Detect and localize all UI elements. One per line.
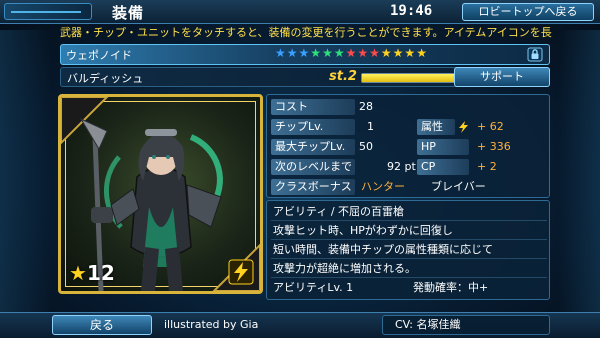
ability-desc-line2: 短い時間、装備中チップの属性種類に応じて bbox=[271, 241, 547, 259]
chip-lv-value: 1 bbox=[367, 120, 374, 133]
max-chip-lv-label: 最大チップLv. bbox=[271, 139, 355, 155]
max-chip-lv-value: 50 bbox=[359, 140, 373, 153]
star-icon: ★ bbox=[286, 46, 299, 60]
lock-icon[interactable] bbox=[527, 47, 543, 62]
lightning-icon bbox=[459, 121, 468, 133]
page-title: 装備 bbox=[112, 4, 145, 22]
side-decoration-left bbox=[0, 30, 52, 312]
cost-label: コスト bbox=[271, 99, 355, 115]
class-bonus-label: クラスボーナス bbox=[271, 179, 355, 195]
side-decoration-right bbox=[558, 30, 600, 312]
weapon-type: ウェポノイド bbox=[66, 49, 132, 62]
cp-value: + 2 bbox=[477, 160, 497, 173]
star-icon: ★ bbox=[275, 46, 287, 60]
weaponoid-card[interactable]: ★12 bbox=[58, 94, 263, 294]
hp-value: + 336 bbox=[477, 140, 511, 153]
lobby-top-button[interactable]: ロビートップへ戻る bbox=[462, 3, 594, 21]
ability-trigger-rate: 発動確率：中+ bbox=[413, 281, 489, 294]
ability-desc-line1: 攻撃ヒット時、HPがわずかに回復し bbox=[271, 222, 547, 240]
stats-panel: コスト 28 チップLv. 1 最大チップLv. 50 次のレベルまで 92 p… bbox=[266, 94, 550, 198]
illustrator-credit: illustrated by Gia bbox=[164, 318, 259, 331]
star-icon: ★ bbox=[369, 46, 381, 60]
class-bonus-hunter: ハンター bbox=[361, 180, 405, 193]
star-icon: ★ bbox=[380, 46, 393, 60]
star-rating: ★★★★★★★★★★★★★ bbox=[275, 46, 428, 60]
star-icon: ★ bbox=[310, 46, 323, 60]
lightning-icon bbox=[228, 259, 254, 285]
ability-desc-line3: 攻撃力が超絶に増加される。 bbox=[271, 260, 547, 278]
element-label: 属性 bbox=[417, 119, 455, 135]
chip-lv-label: チップLv. bbox=[271, 119, 355, 135]
stage-label: st.2 bbox=[329, 69, 357, 84]
star-icon: ★ bbox=[404, 46, 417, 60]
ability-level: アビリティLv. 1 bbox=[273, 281, 354, 294]
top-bar: 装備 19:46 ロビートップへ戻る bbox=[0, 0, 600, 24]
instruction-ticker: 武器・チップ・ユニットをタッチすると、装備の変更を行うことができます。アイテムア… bbox=[60, 26, 552, 39]
ability-panel: アビリティ / 不屈の百雷槍 攻撃ヒット時、HPがわずかに回復し 短い時間、装備… bbox=[266, 200, 550, 300]
rarity-value: 12 bbox=[86, 261, 115, 285]
star-icon: ★ bbox=[322, 46, 334, 60]
star-icon: ★ bbox=[392, 46, 405, 60]
weapon-name: バルディッシュ bbox=[67, 72, 144, 85]
cp-label: CP bbox=[417, 159, 469, 175]
next-level-value: 92 pt bbox=[387, 160, 416, 173]
star-icon: ★ bbox=[345, 46, 358, 60]
ability-title: アビリティ / 不屈の百雷槍 bbox=[271, 203, 547, 221]
weapon-header: ウェポノイド ★★★★★★★★★★★★★ bbox=[60, 44, 550, 65]
header-decoration bbox=[4, 3, 92, 20]
rarity-level: ★12 bbox=[69, 261, 115, 285]
hp-label: HP bbox=[417, 139, 469, 155]
class-bonus-braver: ブレイバー bbox=[431, 180, 486, 193]
support-button[interactable]: サポート bbox=[454, 67, 550, 87]
cost-value: 28 bbox=[359, 100, 373, 113]
star-icon: ★ bbox=[357, 46, 370, 60]
star-icon: ★ bbox=[298, 46, 311, 60]
rarity-star-icon: ★ bbox=[69, 261, 87, 285]
clock: 19:46 bbox=[390, 3, 433, 19]
star-icon: ★ bbox=[333, 46, 346, 60]
star-icon: ★ bbox=[416, 46, 428, 60]
element-value: + 62 bbox=[477, 120, 504, 133]
back-button[interactable]: 戻る bbox=[52, 315, 152, 335]
voice-actor-credit: CV: 名塚佳織 bbox=[382, 315, 550, 335]
next-level-label: 次のレベルまで bbox=[271, 159, 355, 175]
